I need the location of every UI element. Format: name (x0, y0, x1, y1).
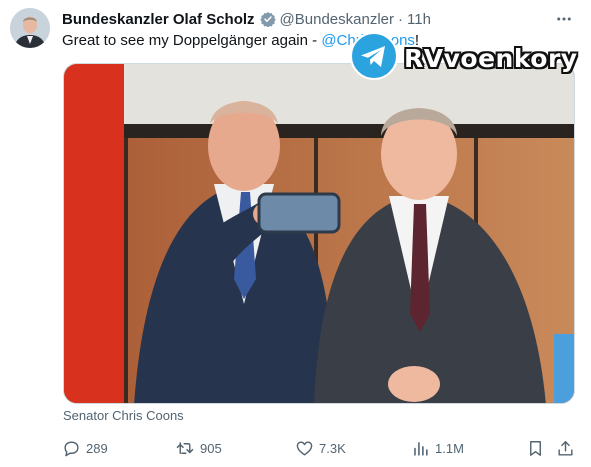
watermark: RVvoenkory (350, 31, 578, 85)
views-count: 1.1M (435, 440, 464, 456)
reply-icon (64, 440, 79, 456)
action-bar: 289 905 7.3K 1.1M (62, 436, 577, 460)
like-count: 7.3K (319, 440, 346, 456)
views-icon (414, 441, 428, 456)
watermark-text: RVvoenkory (404, 43, 578, 73)
more-options-icon[interactable] (553, 8, 575, 30)
avatar[interactable] (10, 8, 50, 48)
tweet-text-body: Great to see my Doppelgänger again - (62, 32, 322, 49)
tweet-time[interactable]: 11h (407, 11, 431, 28)
like-icon (296, 440, 313, 456)
verified-badge-icon (259, 11, 276, 27)
share-button[interactable] (556, 436, 580, 460)
repost-icon (176, 441, 194, 454)
meta-separator: · (398, 10, 404, 28)
reply-count: 289 (86, 440, 108, 456)
tweet-photo[interactable] (63, 63, 575, 404)
bookmark-button[interactable] (526, 436, 550, 460)
tweet-header: Bundeskanzler Olaf Scholz @Bundeskanzler… (62, 9, 571, 29)
avatar-portrait (10, 8, 50, 48)
media-caption: Senator Chris Coons (63, 408, 184, 423)
repost-count: 905 (200, 440, 222, 456)
like-button[interactable]: 7.3K (295, 436, 346, 460)
photo-scene (64, 64, 574, 403)
bookmark-icon (530, 440, 541, 456)
reply-button[interactable]: 289 (62, 436, 108, 460)
author-name[interactable]: Bundeskanzler Olaf Scholz (62, 11, 255, 28)
repost-button[interactable]: 905 (175, 436, 222, 460)
share-icon (558, 440, 573, 456)
author-handle[interactable]: @Bundeskanzler (280, 11, 394, 28)
views-button[interactable]: 1.1M (411, 436, 464, 460)
telegram-icon (350, 31, 398, 85)
